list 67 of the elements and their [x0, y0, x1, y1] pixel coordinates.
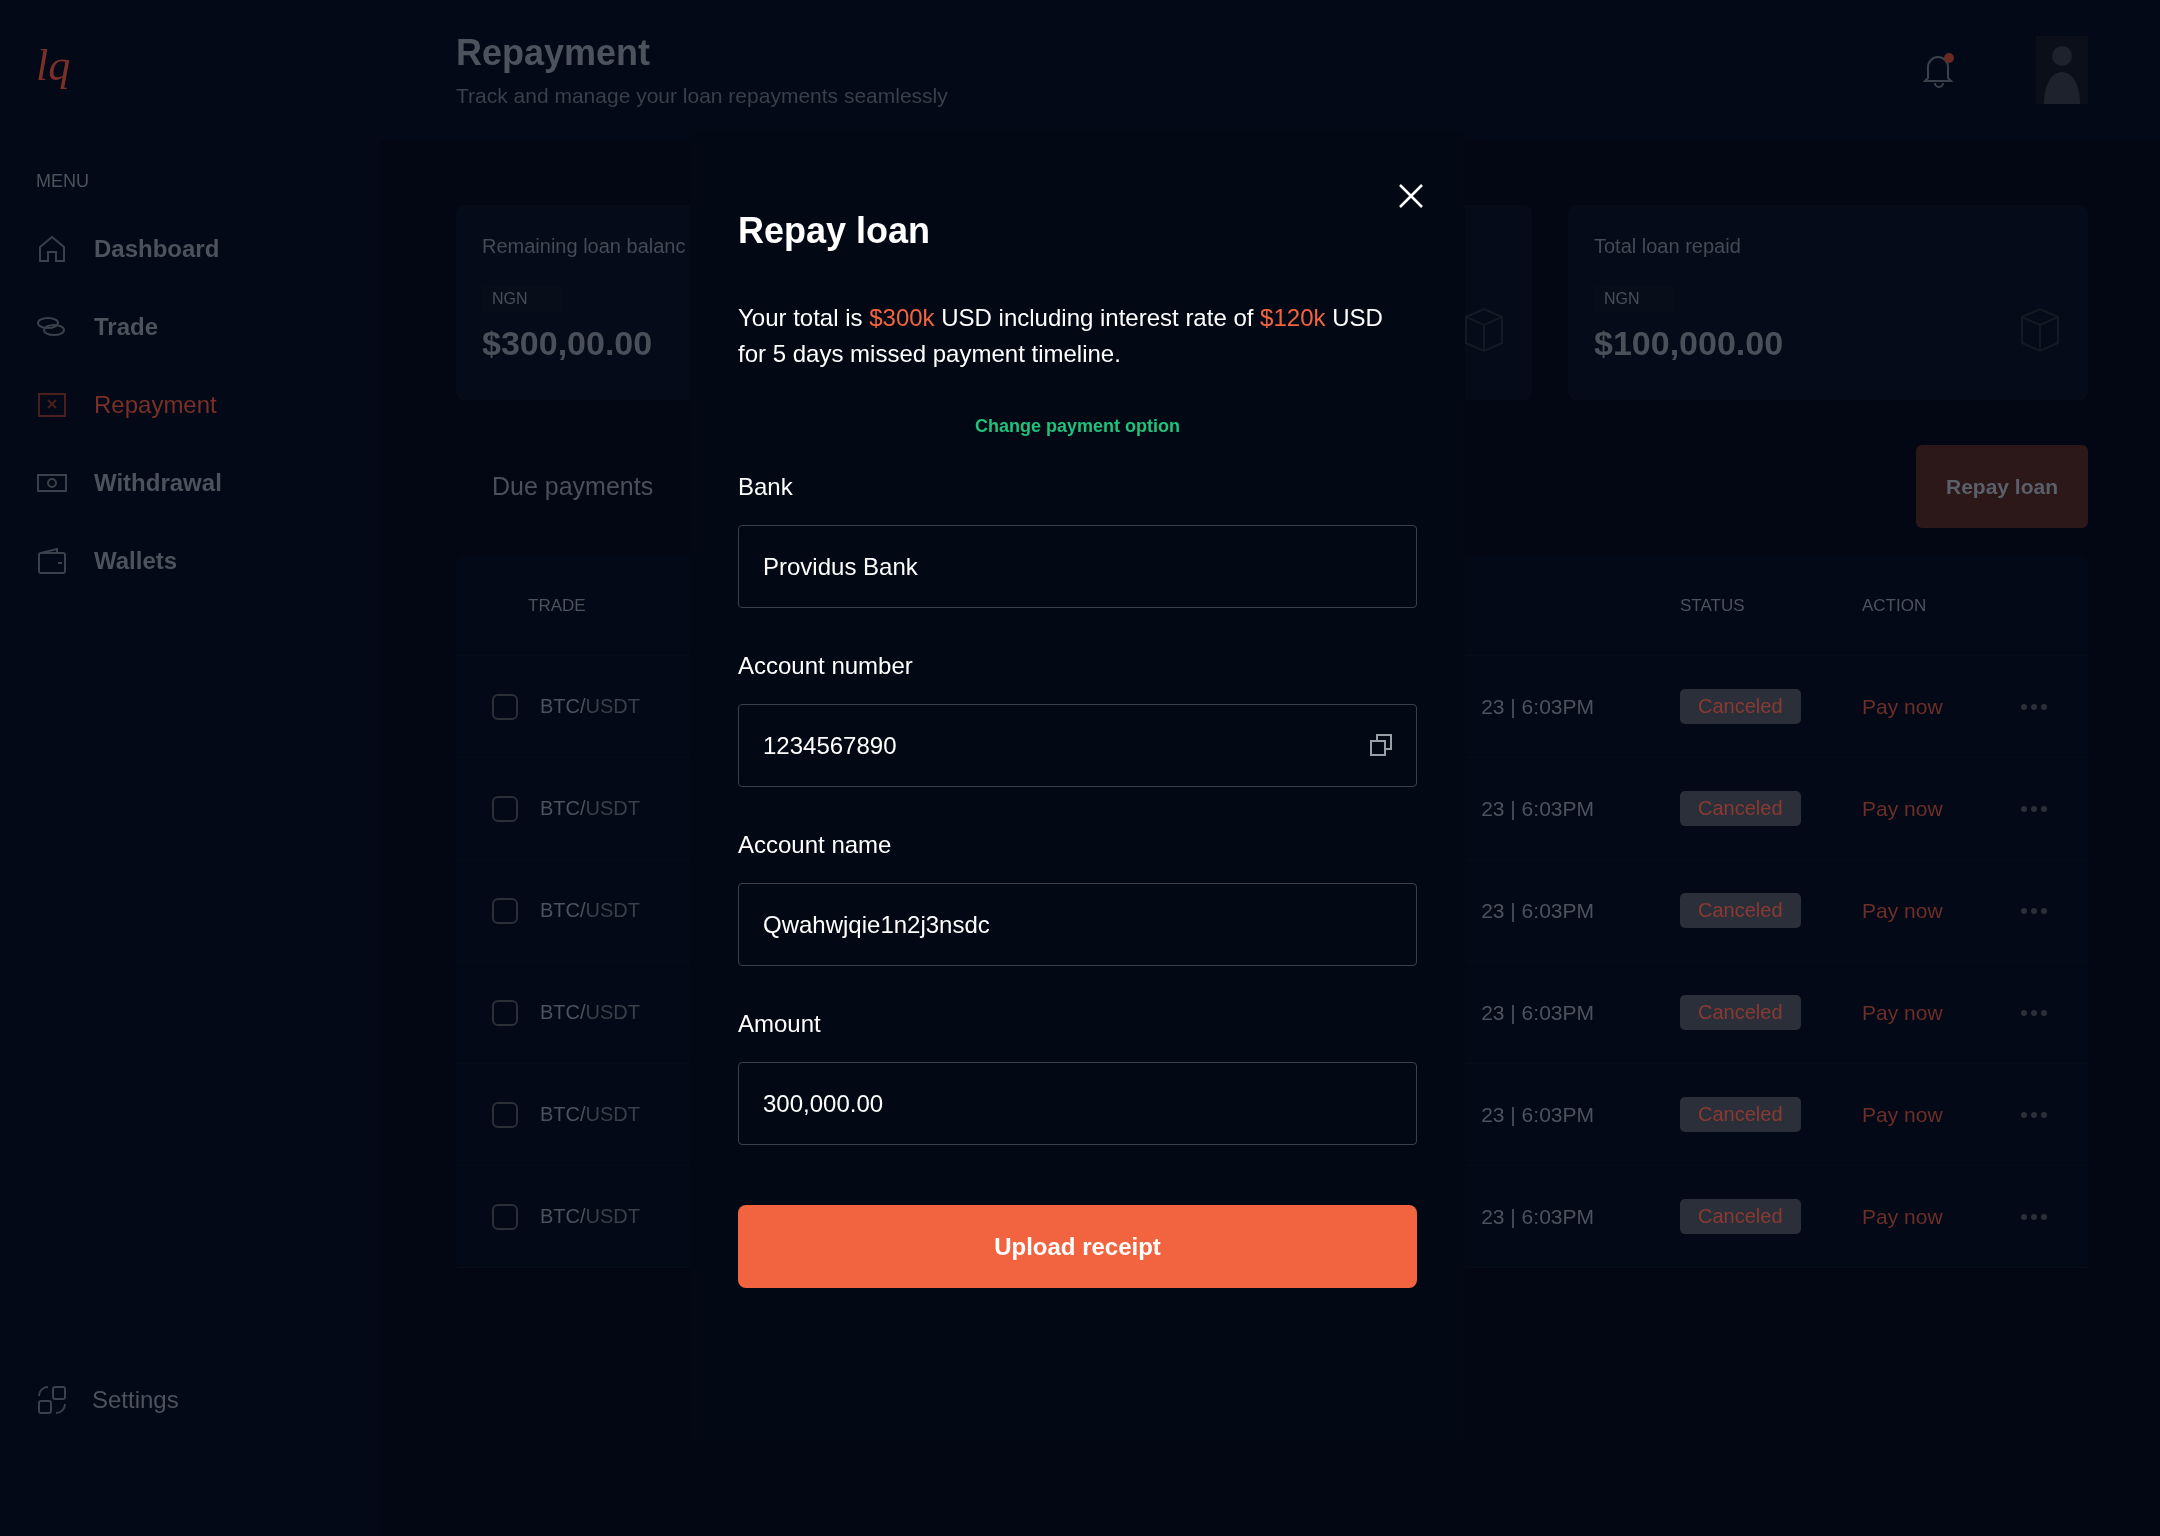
card-amount: $300,00.00 [482, 324, 653, 363]
more-icon[interactable] [2020, 804, 2048, 813]
nav-item[interactable]: Dashboard [36, 210, 380, 288]
row-checkbox[interactable] [492, 795, 518, 822]
input-field[interactable]: Providus Bank [738, 525, 1417, 608]
date-time: 23 | 6:03PM [1481, 1102, 1594, 1127]
card-label: Remaining loan balanc [482, 235, 686, 258]
status-badge: Canceled [1680, 1097, 1801, 1132]
row-checkbox[interactable] [492, 897, 518, 924]
nav-item[interactable]: Withdrawal [36, 444, 380, 522]
pay-now-link[interactable]: Pay now [1862, 1000, 2020, 1025]
row-checkbox[interactable] [492, 999, 518, 1026]
section-title: Due payments [492, 472, 654, 501]
input-field[interactable]: 300,000.00 [738, 1062, 1417, 1145]
row-checkbox[interactable] [492, 693, 518, 720]
row-checkbox[interactable] [492, 1203, 518, 1230]
date-time: 23 | 6:03PM [1481, 1204, 1594, 1229]
column-header: STATUS [1680, 595, 1746, 616]
input-field[interactable]: 1234567890 [738, 704, 1417, 787]
row-checkbox[interactable] [492, 1101, 518, 1128]
home-icon [36, 233, 68, 265]
upload-receipt-button[interactable]: Upload receipt [738, 1205, 1417, 1288]
more-icon[interactable] [2020, 906, 2048, 915]
logo: lq [36, 40, 71, 91]
nav-item[interactable]: Trade [36, 288, 380, 366]
status-badge: Canceled [1680, 689, 1801, 724]
bell-icon[interactable] [1922, 52, 1956, 88]
settings-icon [36, 1384, 68, 1416]
field-label: Amount [738, 1010, 822, 1038]
status-badge: Canceled [1680, 1199, 1801, 1234]
close-button[interactable] [1397, 182, 1425, 210]
field-label: Account number [738, 652, 914, 680]
menu-label: MENU [36, 171, 90, 192]
dialog-message: Your total is $300k USD including interest rate of $120k USD for 5 days missed payment timeline. [738, 303, 1384, 369]
card-amount: $100,000.00 [1594, 324, 1784, 363]
card-label: Total loan repaid [1594, 235, 1741, 258]
pay-now-link[interactable]: Pay now [1862, 694, 2020, 719]
field-label: Account name [738, 831, 893, 859]
settings-nav-item[interactable]: Settings [36, 1384, 380, 1416]
status-badge: Canceled [1680, 995, 1801, 1030]
date-time: 23 | 6:03PM [1481, 694, 1594, 719]
date-time: 23 | 6:03PM [1481, 1000, 1594, 1025]
dialog-title: Repay loan [738, 210, 932, 252]
status-badge: Canceled [1680, 893, 1801, 928]
repay-loan-button[interactable]: Repay loan [1916, 445, 2088, 528]
pay-now-link[interactable]: Pay now [1862, 1102, 2020, 1127]
change-payment-link[interactable]: Change payment option [975, 416, 1180, 437]
status-badge: Canceled [1680, 791, 1801, 826]
pay-now-link[interactable]: Pay now [1862, 796, 2020, 821]
pay-now-link[interactable]: Pay now [1862, 1204, 2020, 1229]
field-label: Bank [738, 473, 794, 501]
nav-item[interactable]: Wallets [36, 522, 380, 600]
page-title: Repayment [456, 32, 652, 74]
more-icon[interactable] [2020, 702, 2048, 711]
more-icon[interactable] [2020, 1212, 2048, 1221]
column-header: ACTION [1862, 595, 1928, 616]
more-icon[interactable] [2020, 1008, 2048, 1017]
date-time: 23 | 6:03PM [1481, 898, 1594, 923]
wallet-icon [36, 545, 68, 577]
column-header: TRADE [528, 595, 587, 616]
more-icon[interactable] [2020, 1110, 2048, 1119]
copy-icon[interactable] [1369, 733, 1393, 757]
nav-item[interactable]: Repayment [36, 366, 380, 444]
avatar[interactable] [2036, 36, 2088, 104]
pay-now-link[interactable]: Pay now [1862, 898, 2020, 923]
date-time: 23 | 6:03PM [1481, 796, 1594, 821]
input-field[interactable]: Qwahwjqie1n2j3nsdc [738, 883, 1417, 966]
